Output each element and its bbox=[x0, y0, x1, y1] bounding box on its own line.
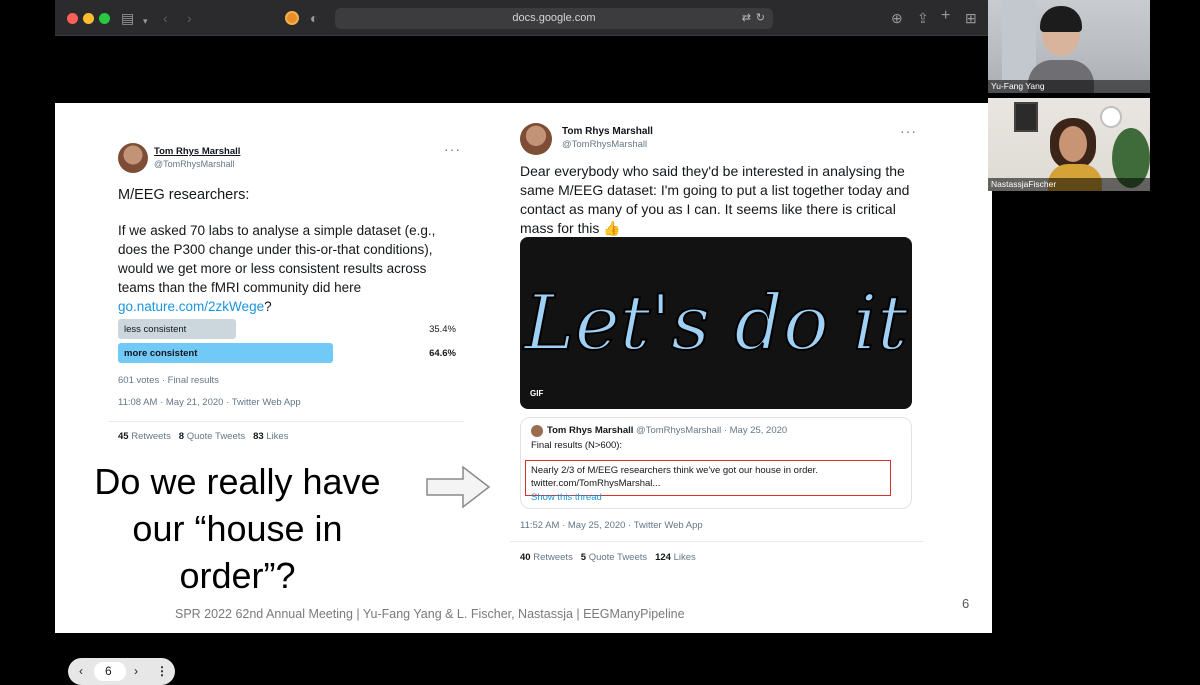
tweet-link[interactable]: go.nature.com/2zkWege bbox=[118, 299, 264, 314]
retweets-label: Retweets bbox=[533, 552, 573, 563]
question-line: order”? bbox=[179, 555, 296, 596]
poll-label: less consistent bbox=[124, 324, 187, 335]
poll-percent: 35.4% bbox=[429, 324, 456, 335]
likes-count: 83 bbox=[253, 431, 264, 442]
show-thread-link[interactable]: Show this thread bbox=[531, 492, 602, 503]
quote-line: Final results (N>600): bbox=[531, 440, 623, 451]
clock-icon bbox=[1100, 106, 1122, 128]
current-page: 6 bbox=[105, 664, 112, 678]
author-name: Tom Rhys Marshall bbox=[154, 146, 241, 157]
download-icon[interactable]: ⊕ bbox=[891, 10, 903, 26]
quote-handle-date: @TomRhysMarshall · May 25, 2020 bbox=[636, 425, 788, 436]
divider bbox=[108, 421, 464, 422]
quote-line: Nearly 2/3 of M/EEG researchers think we… bbox=[531, 465, 818, 476]
tweet-poll: Tom Rhys Marshall @TomRhysMarshall ··· M… bbox=[108, 133, 464, 451]
tweet-lets-do-it: Tom Rhys Marshall @TomRhysMarshall ··· D… bbox=[510, 117, 924, 567]
extension-icon[interactable] bbox=[285, 11, 299, 25]
author-handle: @TomRhysMarshall bbox=[562, 139, 648, 150]
lets-do-it-graphic: Let's do it bbox=[521, 277, 909, 368]
gif-text: Let's do it bbox=[522, 278, 908, 367]
new-tab-icon[interactable]: + bbox=[941, 8, 950, 24]
avatar bbox=[118, 143, 148, 173]
quote-link[interactable]: twitter.com/TomRhysMarshal... bbox=[531, 478, 660, 489]
gif-media[interactable]: Let's do it GIF bbox=[520, 237, 912, 409]
retweets-count: 45 bbox=[118, 431, 129, 442]
minimize-window-button[interactable] bbox=[83, 13, 94, 24]
address-bar[interactable]: docs.google.com ⇄ ↻ bbox=[335, 8, 773, 29]
gif-badge: GIF bbox=[530, 389, 544, 398]
tweet-stats: 40 Retweets 5 Quote Tweets 124 Likes bbox=[520, 552, 696, 563]
tab-overview-icon[interactable]: ⊞ bbox=[965, 10, 977, 26]
more-options-icon[interactable]: ··· bbox=[900, 123, 917, 139]
url-text: docs.google.com bbox=[512, 12, 596, 24]
participant-hair bbox=[1040, 6, 1082, 32]
zoom-window-button[interactable] bbox=[99, 13, 110, 24]
divider bbox=[510, 541, 924, 542]
tweet-timestamp: 11:08 AM · May 21, 2020 · Twitter Web Ap… bbox=[118, 397, 301, 408]
quotes-count: 8 bbox=[178, 431, 185, 442]
chevron-down-icon[interactable]: ▾ bbox=[143, 13, 148, 29]
forward-icon[interactable]: › bbox=[187, 10, 192, 26]
back-icon[interactable]: ‹ bbox=[163, 10, 168, 26]
next-slide-icon[interactable]: › bbox=[134, 664, 138, 678]
wall-clock-frame bbox=[1014, 102, 1038, 132]
tweet-body: If we asked 70 labs to analyse a simple … bbox=[118, 221, 458, 316]
question-line: our “house in bbox=[132, 508, 343, 549]
avatar bbox=[531, 425, 543, 437]
poll-percent: 64.6% bbox=[429, 348, 456, 359]
participant-name: NastassjaFischer bbox=[988, 178, 1150, 191]
slide-page-number: 6 bbox=[962, 596, 970, 611]
participant-face-front bbox=[1059, 126, 1087, 162]
sidebar-icon[interactable]: ▤ bbox=[121, 10, 134, 26]
tweet-intro: M/EEG researchers: bbox=[118, 187, 250, 203]
tweet-body-text: If we asked 70 labs to analyse a simple … bbox=[118, 223, 436, 295]
slide-question: Do we really have our “house in order”? bbox=[55, 458, 420, 599]
retweets-label: Retweets bbox=[131, 431, 171, 442]
likes-label: Likes bbox=[673, 552, 696, 563]
author-name: Tom Rhys Marshall bbox=[562, 126, 653, 137]
retweets-count: 40 bbox=[520, 552, 531, 563]
slide-pager: ‹ 6 › ⋮ bbox=[68, 658, 175, 685]
tweet-body: Dear everybody who said they'd be intere… bbox=[520, 163, 910, 236]
slide-footer: SPR 2022 62nd Annual Meeting | Yu-Fang Y… bbox=[175, 607, 685, 621]
quotes-count: 5 bbox=[580, 552, 587, 563]
quotes-label: Quote Tweets bbox=[186, 431, 246, 442]
reload-icon[interactable]: ↻ bbox=[756, 11, 765, 24]
quote-author: Tom Rhys Marshall bbox=[547, 425, 634, 436]
share-icon[interactable]: ⇪ bbox=[917, 10, 929, 26]
background-door bbox=[1002, 0, 1036, 80]
more-options-icon[interactable]: ··· bbox=[444, 141, 461, 157]
participant-name: Yu-Fang Yang bbox=[988, 80, 1150, 93]
arrow-right-icon bbox=[426, 465, 491, 509]
tweet-stats: 45 Retweets 8 Quote Tweets 83 Likes bbox=[118, 431, 288, 442]
author-handle: @TomRhysMarshall bbox=[154, 159, 235, 169]
question-line: Do we really have bbox=[94, 461, 381, 502]
participant-video-1[interactable]: Yu-Fang Yang bbox=[988, 0, 1150, 93]
browser-toolbar: ▤ ▾ ‹ › ◐ docs.google.com ⇄ ↻ ⊕ ⇪ + ⊞ bbox=[55, 0, 988, 36]
participant-video-2[interactable]: NastassjaFischer bbox=[988, 98, 1150, 191]
quotes-label: Quote Tweets bbox=[588, 552, 648, 563]
poll-votes: 601 votes · Final results bbox=[118, 375, 219, 386]
quote-header: Tom Rhys Marshall @TomRhysMarshall · May… bbox=[547, 425, 787, 436]
translate-icon[interactable]: ⇄ bbox=[742, 11, 751, 24]
tweet-link-suffix: ? bbox=[264, 299, 272, 314]
quoted-tweet[interactable]: Tom Rhys Marshall @TomRhysMarshall · May… bbox=[520, 417, 912, 509]
more-options-icon[interactable]: ⋮ bbox=[156, 664, 168, 678]
likes-label: Likes bbox=[266, 431, 289, 442]
likes-count: 124 bbox=[655, 552, 671, 563]
avatar bbox=[520, 123, 552, 155]
close-window-button[interactable] bbox=[67, 13, 78, 24]
poll-label: more consistent bbox=[124, 348, 198, 359]
privacy-shield-icon[interactable]: ◐ bbox=[310, 10, 318, 26]
presentation-slide: Tom Rhys Marshall @TomRhysMarshall ··· M… bbox=[55, 103, 992, 633]
previous-slide-icon[interactable]: ‹ bbox=[79, 664, 83, 678]
tweet-timestamp: 11:52 AM · May 25, 2020 · Twitter Web Ap… bbox=[520, 520, 703, 531]
